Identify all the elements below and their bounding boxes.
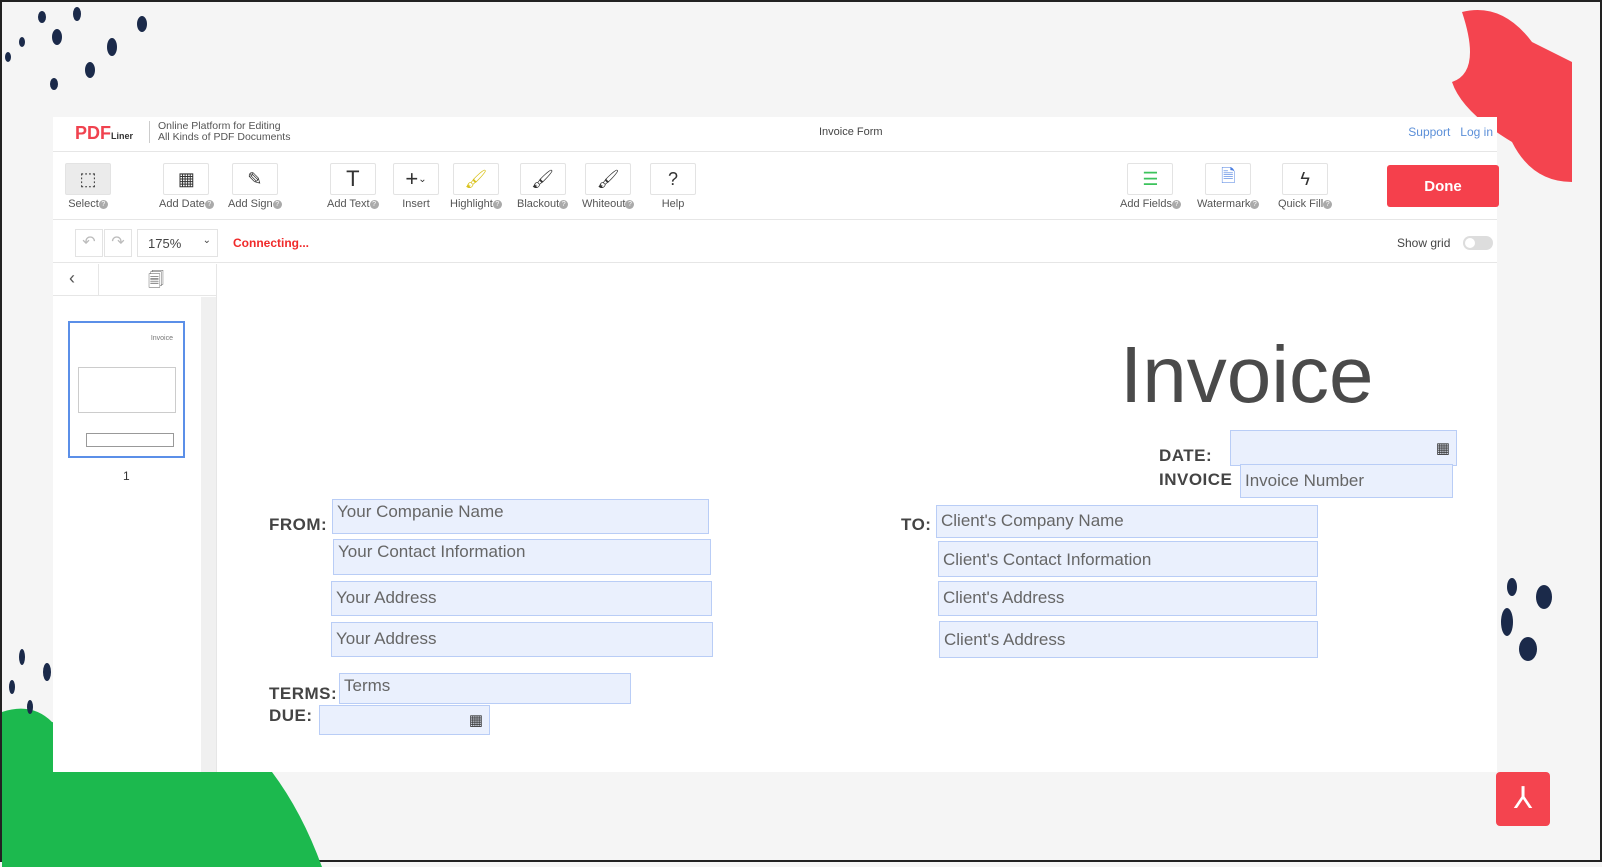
collapse-sidebar-icon[interactable]: ‹ xyxy=(69,268,75,289)
header: PDFLiner Online Platform for Editing All … xyxy=(53,117,1497,152)
calendar-icon: ▦ xyxy=(1435,440,1450,457)
from-contact-field[interactable]: Your Contact Information xyxy=(333,539,711,575)
tagline-2: All Kinds of PDF Documents xyxy=(158,131,291,143)
redo-button[interactable]: ↷ xyxy=(104,229,132,257)
plus-icon: + ⌄ xyxy=(393,163,439,195)
to-address-2-field[interactable]: Client's Address xyxy=(939,621,1318,658)
decorative-dots xyxy=(5,7,147,90)
zoom-select[interactable]: 175% ⌄ xyxy=(137,229,218,257)
date-label: DATE: xyxy=(1159,446,1213,465)
tool-label: Add Date xyxy=(159,198,205,210)
tool-label: Watermark xyxy=(1197,198,1251,210)
connection-status: Connecting... xyxy=(233,236,309,250)
show-grid-label: Show grid xyxy=(1397,236,1451,250)
date-field[interactable]: ▦ xyxy=(1230,430,1457,466)
tool-label: Highlight xyxy=(450,198,493,210)
page-sidebar: ‹ 🗐 Invoice 1 xyxy=(53,264,217,772)
due-date-field[interactable]: ▦ xyxy=(319,705,490,735)
terms-field[interactable]: Terms xyxy=(339,673,631,704)
logo-text: PDF xyxy=(75,123,111,143)
invoice-heading: Invoice xyxy=(1120,330,1374,419)
tool-label: Add Fields xyxy=(1120,198,1172,210)
text-icon: T xyxy=(329,163,376,195)
page-thumbnail[interactable]: Invoice xyxy=(68,321,185,458)
chevron-down-icon: ⌄ xyxy=(202,235,211,246)
select-icon: ⬚ xyxy=(65,163,111,195)
tool-watermark[interactable]: 🗎 Watermark? xyxy=(1197,163,1260,210)
page-settings-icon[interactable]: 🗐 xyxy=(148,269,164,296)
from-address-field[interactable]: Your Address xyxy=(331,581,712,616)
tool-label: Insert xyxy=(402,198,430,210)
page-number: 1 xyxy=(123,469,130,483)
logo[interactable]: PDFLiner xyxy=(75,123,133,144)
tool-add-date[interactable]: ▦ Add Date? xyxy=(159,163,214,210)
calendar-icon: ▦ xyxy=(468,712,483,729)
to-contact-field[interactable]: Client's Contact Information xyxy=(938,541,1318,577)
highlight-brush-icon: 🖌 xyxy=(452,163,499,195)
tool-help[interactable]: ? Help xyxy=(650,163,696,210)
pdfliner-logo-icon: ⅄ xyxy=(1496,772,1550,826)
login-link[interactable]: Log in xyxy=(1460,125,1493,139)
lightning-icon: ϟ xyxy=(1282,163,1329,195)
tool-label: Select xyxy=(68,198,99,210)
divider xyxy=(149,121,150,143)
document-title: Invoice Form xyxy=(819,126,883,138)
tool-select[interactable]: ⬚ Select? xyxy=(65,163,111,210)
tool-blackout[interactable]: 🖌 Blackout? xyxy=(517,163,569,210)
secondary-bar: ↶ ↷ 175% ⌄ Connecting... Show grid xyxy=(53,221,1497,263)
zoom-value: 175% xyxy=(148,236,182,251)
from-address-2-field[interactable]: Your Address xyxy=(331,622,713,657)
help-icon: ? xyxy=(650,163,696,195)
to-label: TO: xyxy=(901,515,932,534)
done-button[interactable]: Done xyxy=(1387,165,1499,207)
tool-label: Quick Fill xyxy=(1278,198,1324,210)
show-grid-toggle[interactable] xyxy=(1463,236,1493,250)
pen-icon: ✎ xyxy=(231,163,278,195)
decorative-blue-dots xyxy=(1501,578,1552,661)
invoice-label: INVOICE xyxy=(1159,470,1233,489)
tool-add-sign[interactable]: ✎ Add Sign? xyxy=(228,163,282,210)
support-link[interactable]: Support xyxy=(1408,125,1450,139)
sidebar-scrollbar[interactable] xyxy=(201,297,216,772)
due-label: DUE: xyxy=(269,706,313,725)
watermark-icon: 🗎 xyxy=(1205,163,1252,195)
tool-label: Add Sign xyxy=(228,198,273,210)
tool-insert[interactable]: + ⌄ Insert xyxy=(393,163,439,210)
tool-label: Help xyxy=(661,198,685,210)
terms-label: TERMS: xyxy=(269,684,338,703)
toolbar: ⬚ Select? ▦ Add Date? ✎ Add Sign? T Add Text… xyxy=(53,152,1499,220)
tool-add-text[interactable]: T Add Text? xyxy=(327,163,379,210)
from-label: FROM: xyxy=(269,515,328,534)
tool-whiteout[interactable]: 🖌 Whiteout? xyxy=(582,163,635,210)
invoice-number-field[interactable]: Invoice Number xyxy=(1240,464,1453,498)
blackout-brush-icon: 🖌 xyxy=(519,163,566,195)
to-address-field[interactable]: Client's Address xyxy=(938,581,1317,616)
to-company-field[interactable]: Client's Company Name xyxy=(936,505,1318,538)
tool-quick-fill[interactable]: ϟ Quick Fill? xyxy=(1278,163,1333,210)
calendar-icon: ▦ xyxy=(163,163,210,195)
tool-label: Whiteout xyxy=(582,198,626,210)
tool-label: Add Text xyxy=(327,198,370,210)
logo-sub: Liner xyxy=(111,131,134,141)
app-window: PDFLiner Online Platform for Editing All … xyxy=(53,117,1499,772)
from-company-field[interactable]: Your Companie Name xyxy=(332,499,709,534)
tagline: Online Platform for Editing All Kinds of … xyxy=(158,121,290,143)
undo-button[interactable]: ↶ xyxy=(75,229,103,257)
whiteout-brush-icon: 🖌 xyxy=(585,163,632,195)
tool-highlight[interactable]: 🖌 Highlight? xyxy=(450,163,502,210)
tool-label: Blackout xyxy=(517,198,560,210)
add-fields-icon: ☰ xyxy=(1127,163,1174,195)
pdf-document: Invoice DATE: ▦ INVOICE Invoice Number F… xyxy=(218,264,1497,772)
tool-add-fields[interactable]: ☰ Add Fields? xyxy=(1120,163,1181,210)
